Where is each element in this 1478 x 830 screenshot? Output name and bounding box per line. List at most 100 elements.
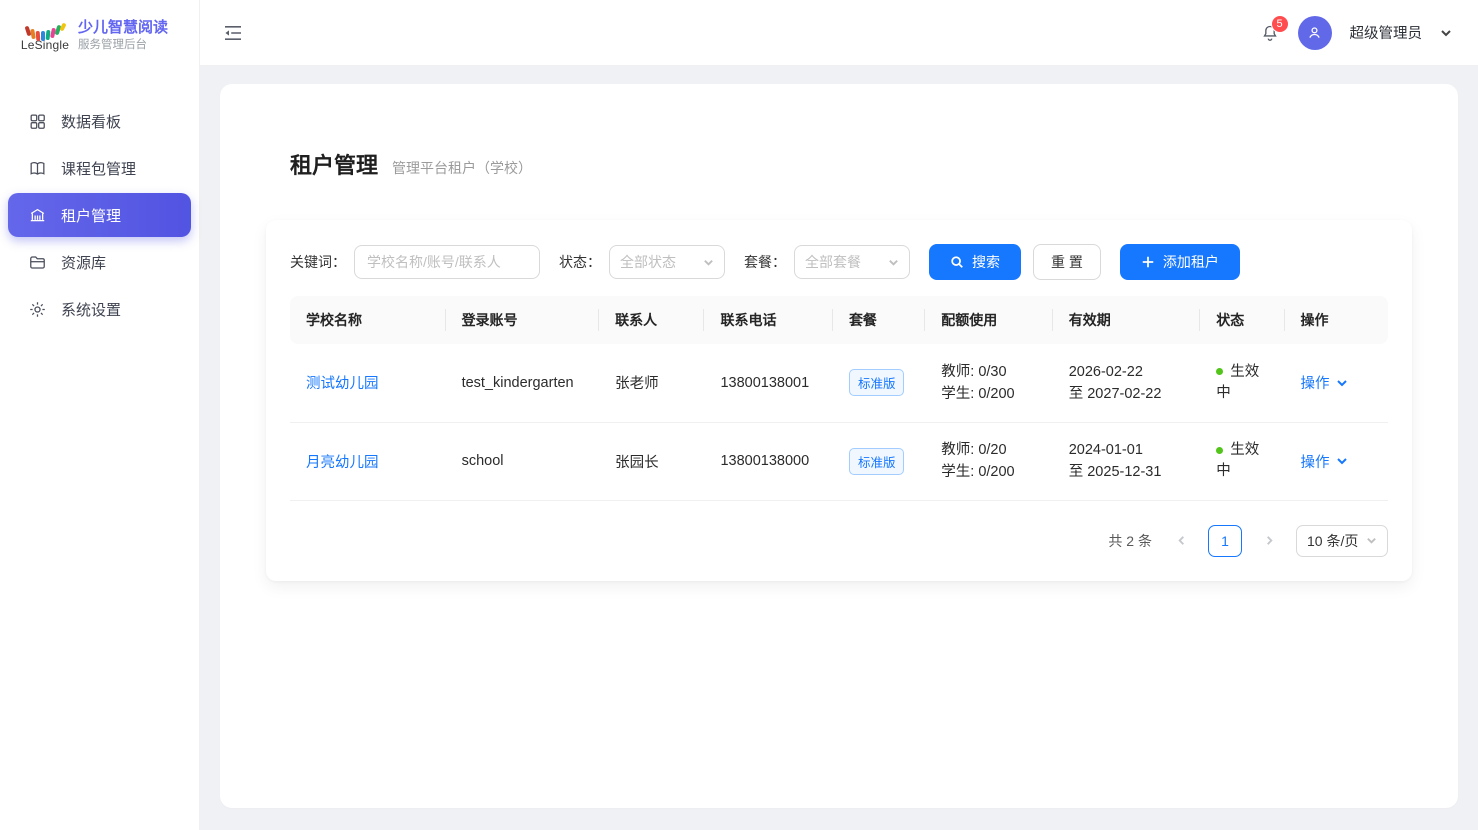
valid-from: 2024-01-01 [1069,439,1185,461]
col-login-account: 登录账号 [446,296,600,344]
brand-subtitle: 服务管理后台 [78,38,168,54]
col-actions: 操作 [1285,296,1388,344]
app-root: LeSingle 少儿智慧阅读 服务管理后台 数据看板 课程包管理 租户管理 [0,0,1478,830]
next-page-button[interactable] [1256,526,1282,556]
row-actions-dropdown[interactable]: 操作 [1301,451,1348,472]
page-number-button[interactable]: 1 [1208,525,1242,557]
sidebar-item-course-packages[interactable]: 课程包管理 [8,146,191,190]
sidebar-item-label: 租户管理 [61,205,121,226]
table-row: 测试幼儿园 test_kindergarten 张老师 13800138001 … [290,344,1388,422]
sidebar-menu: 数据看板 课程包管理 租户管理 资源库 系统设置 [0,72,199,331]
row-actions-dropdown[interactable]: 操作 [1301,372,1348,393]
reset-button-label: 重 置 [1051,252,1083,272]
col-validity: 有效期 [1053,296,1201,344]
notifications-button[interactable]: 5 [1260,19,1280,46]
brand-title: 少儿智慧阅读 [78,18,168,38]
status-dot-icon [1216,368,1223,375]
dashboard-icon [28,112,47,131]
actions-label: 操作 [1301,451,1330,472]
col-phone: 联系电话 [704,296,832,344]
chevron-down-icon [1336,455,1348,467]
chevron-left-icon [1176,535,1187,546]
chevron-down-icon [703,257,714,268]
prev-page-button[interactable] [1168,526,1194,556]
page-card: 租户管理 管理平台租户（学校） 关键词： 状态： 全部状态 套餐： [220,84,1458,808]
col-plan: 套餐 [833,296,925,344]
sidebar-collapse-button[interactable] [224,22,246,44]
col-quota: 配额使用 [925,296,1052,344]
pagination-total: 共 2 条 [1108,531,1152,551]
sidebar-item-label: 系统设置 [61,299,121,320]
col-school-name: 学校名称 [290,296,446,344]
sidebar-item-label: 资源库 [61,252,106,273]
valid-to: 至 2025-12-31 [1069,461,1185,483]
lesingle-logo-icon: LeSingle [22,21,68,52]
main-content: 租户管理 管理平台租户（学校） 关键词： 状态： 全部状态 套餐： [200,66,1478,830]
sidebar-item-tenants[interactable]: 租户管理 [8,193,191,237]
user-avatar[interactable] [1298,16,1332,50]
sidebar-item-resources[interactable]: 资源库 [8,240,191,284]
phone-cell: 13800138001 [704,344,832,422]
sidebar: LeSingle 少儿智慧阅读 服务管理后台 数据看板 课程包管理 租户管理 [0,0,200,830]
page-size-select[interactable]: 10 条/页 [1296,525,1388,557]
book-icon [28,159,47,178]
quota-teacher: 教师: 0/30 [941,361,1036,383]
table-row: 月亮幼儿园 school 张园长 13800138000 标准版 教师: 0/2… [290,422,1388,500]
chevron-down-icon [888,257,899,268]
quota-teacher: 教师: 0/20 [941,439,1036,461]
pagination: 共 2 条 1 10 条/页 [290,525,1388,557]
chevron-right-icon [1264,535,1275,546]
search-button-label: 搜索 [972,252,1000,272]
folder-icon [28,253,47,272]
login-account-cell: school [446,422,600,500]
quota-cell: 教师: 0/20 学生: 0/200 [925,422,1052,500]
chevron-down-icon [1336,377,1348,389]
contact-cell: 张老师 [599,344,704,422]
valid-to: 至 2027-02-22 [1069,383,1185,405]
status-select[interactable]: 全部状态 [609,245,725,279]
plan-select-value: 全部套餐 [805,252,861,272]
login-account-cell: test_kindergarten [446,344,600,422]
sidebar-item-dashboard[interactable]: 数据看板 [8,99,191,143]
validity-cell: 2026-02-22 至 2027-02-22 [1053,344,1201,422]
notification-count-badge: 5 [1271,15,1289,33]
plan-badge: 标准版 [849,448,905,475]
top-header: 5 超级管理员 [200,0,1478,66]
keyword-input[interactable] [354,245,540,279]
status-cell: 生效中 [1200,344,1284,422]
gear-icon [28,300,47,319]
phone-cell: 13800138000 [704,422,832,500]
validity-cell: 2024-01-01 至 2025-12-31 [1053,422,1201,500]
chevron-down-icon[interactable] [1440,27,1452,39]
plan-label: 套餐： [744,252,786,272]
tenant-table: 学校名称 登录账号 联系人 联系电话 套餐 配额使用 有效期 状态 操作 [290,296,1388,501]
tenant-panel: 关键词： 状态： 全部状态 套餐： 全部套餐 [266,220,1412,581]
header-right: 5 超级管理员 [1260,16,1453,50]
reset-button[interactable]: 重 置 [1033,244,1101,280]
status-dot-icon [1216,447,1223,454]
quota-student: 学生: 0/200 [941,383,1036,405]
col-status: 状态 [1200,296,1284,344]
page-subtitle: 管理平台租户（学校） [392,158,532,178]
keyword-label: 关键词： [290,252,346,272]
contact-cell: 张园长 [599,422,704,500]
filter-bar: 关键词： 状态： 全部状态 套餐： 全部套餐 [290,244,1388,280]
user-name[interactable]: 超级管理员 [1350,22,1423,43]
add-tenant-button[interactable]: 添加租户 [1120,244,1240,280]
plan-badge: 标准版 [849,369,905,396]
plus-icon [1141,255,1155,269]
quota-cell: 教师: 0/30 学生: 0/200 [925,344,1052,422]
search-button[interactable]: 搜索 [929,244,1021,280]
page-title: 租户管理 [290,148,378,180]
status-text: 生效中 [1216,442,1259,479]
brand-text: 少儿智慧阅读 服务管理后台 [78,18,168,54]
school-name-link[interactable]: 月亮幼儿园 [306,455,379,471]
col-contact: 联系人 [599,296,704,344]
menu-fold-icon [224,25,242,41]
sidebar-item-label: 课程包管理 [61,158,136,179]
sidebar-item-settings[interactable]: 系统设置 [8,287,191,331]
page-title-row: 租户管理 管理平台租户（学校） [266,148,1412,180]
status-select-value: 全部状态 [620,252,676,272]
school-name-link[interactable]: 测试幼儿园 [306,376,379,392]
plan-select[interactable]: 全部套餐 [794,245,910,279]
